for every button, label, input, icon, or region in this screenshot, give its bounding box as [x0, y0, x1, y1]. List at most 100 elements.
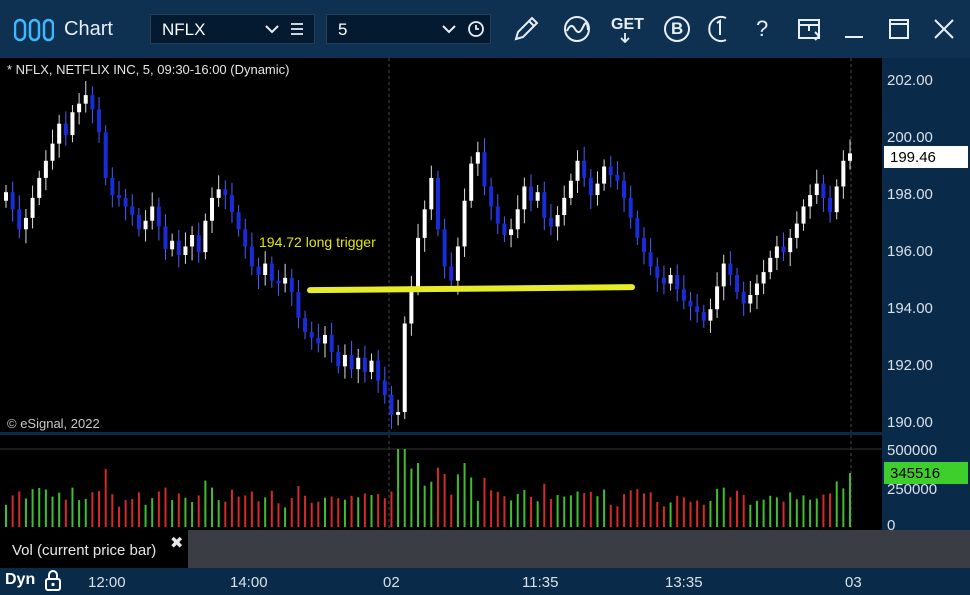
candle-body [515, 209, 520, 230]
candle-body [635, 217, 640, 238]
volume-bar [815, 498, 818, 527]
volume-bar [835, 481, 838, 527]
trigger-annotation[interactable]: 194.72 long trigger [259, 234, 376, 250]
get-data-button[interactable]: GET [610, 13, 644, 45]
candle-body [196, 235, 201, 253]
candle-body [276, 280, 281, 284]
volume-tick-label: 500000 [887, 442, 938, 459]
volume-bar [696, 500, 699, 527]
price-tick-label: 190.00 [887, 414, 933, 432]
close-icon[interactable] [928, 13, 960, 45]
pencil-draw-icon[interactable] [510, 13, 542, 45]
candle-body [103, 132, 108, 178]
volume-bar [177, 493, 180, 527]
volume-bar [397, 449, 400, 527]
trigger-line[interactable] [307, 284, 635, 294]
candle-body [495, 206, 500, 224]
volume-bar [204, 480, 207, 527]
candle-body [828, 197, 833, 213]
candle-body [150, 206, 155, 221]
volume-bar [649, 492, 652, 527]
chevron-down-icon[interactable] [263, 20, 281, 38]
candle-body [236, 212, 241, 230]
volume-bar [51, 496, 54, 527]
candle-body [50, 143, 55, 161]
volume-bar [676, 495, 679, 527]
volume-bar [317, 501, 320, 527]
volume-bar [403, 449, 406, 527]
candle-body [389, 394, 394, 415]
candle-body [701, 312, 706, 321]
candle-body [136, 215, 141, 230]
volume-bar [357, 497, 360, 527]
volume-bar [689, 501, 692, 527]
volume-bar [483, 477, 486, 527]
volume-bar [84, 498, 87, 527]
volume-bar [729, 497, 732, 527]
volume-bar [849, 473, 851, 527]
candle-body [57, 123, 62, 144]
volume-bar [277, 503, 280, 527]
volume-bar [104, 468, 107, 527]
minimize-icon[interactable] [838, 13, 870, 45]
volume-bar [702, 504, 705, 527]
price-tick-label: 194.00 [887, 300, 933, 318]
volume-bar [662, 506, 665, 527]
interval-value: 5 [338, 20, 348, 39]
symbol-selector[interactable]: NFLX [150, 14, 315, 44]
volume-bar [795, 499, 798, 527]
time-axis[interactable]: Dyn 12:00 14:00 02 11:35 13:35 03 [0, 568, 970, 595]
b-button[interactable]: B [661, 13, 693, 45]
bar-replay-icon[interactable] [704, 13, 736, 45]
volume-bar [749, 504, 752, 527]
list-menu-icon[interactable] [289, 21, 305, 37]
candle-body [435, 177, 440, 230]
candle-body [688, 300, 693, 307]
close-icon[interactable]: ✖ [170, 533, 183, 553]
candle-body [382, 380, 387, 395]
lock-icon[interactable] [43, 569, 63, 593]
window-title: Chart [64, 18, 113, 40]
candles-group [4, 81, 852, 429]
candle-body [243, 229, 248, 247]
price-chart[interactable] [0, 58, 882, 432]
volume-chart[interactable] [0, 435, 882, 530]
candle-body [223, 189, 228, 196]
price-axis[interactable]: 202.00 200.00 198.00 196.00 194.00 192.00 190.… [882, 58, 970, 432]
candle-body [23, 217, 28, 230]
candle-body [156, 206, 161, 227]
dynamic-mode-label[interactable]: Dyn [5, 571, 35, 589]
candle-body [83, 95, 88, 104]
candle-body [309, 332, 314, 338]
current-price-badge: 199.46 [884, 146, 968, 168]
chevron-down-icon[interactable] [440, 20, 458, 38]
volume-bar [523, 489, 526, 527]
volume-bar [510, 500, 513, 527]
candle-body [535, 192, 540, 201]
candle-body [735, 274, 740, 293]
candle-body [190, 235, 195, 247]
volume-bar [656, 502, 659, 527]
help-button[interactable]: ? [756, 16, 768, 42]
maximize-icon[interactable] [883, 13, 915, 45]
volume-bar [330, 496, 333, 527]
volume-bar [18, 491, 21, 527]
study-wave-icon[interactable] [561, 13, 593, 45]
volume-bar [137, 492, 140, 527]
volume-bar [443, 473, 446, 527]
interval-selector[interactable]: 5 [326, 14, 491, 44]
price-tick-label: 196.00 [887, 243, 933, 261]
price-plot [4, 58, 852, 432]
clock-icon[interactable] [467, 20, 485, 38]
volume-bar [270, 490, 273, 527]
current-price-value: 199.46 [890, 149, 936, 166]
volume-bar [470, 477, 473, 527]
candle-body [641, 237, 646, 253]
volume-legend[interactable]: Vol (current price bar) ✖ [0, 530, 188, 568]
get-data-label: GET [611, 16, 644, 33]
volume-bar [197, 495, 200, 527]
volume-bar [782, 501, 785, 527]
layout-icon[interactable] [793, 13, 825, 45]
candle-body [170, 240, 175, 250]
volume-bar [191, 502, 194, 527]
